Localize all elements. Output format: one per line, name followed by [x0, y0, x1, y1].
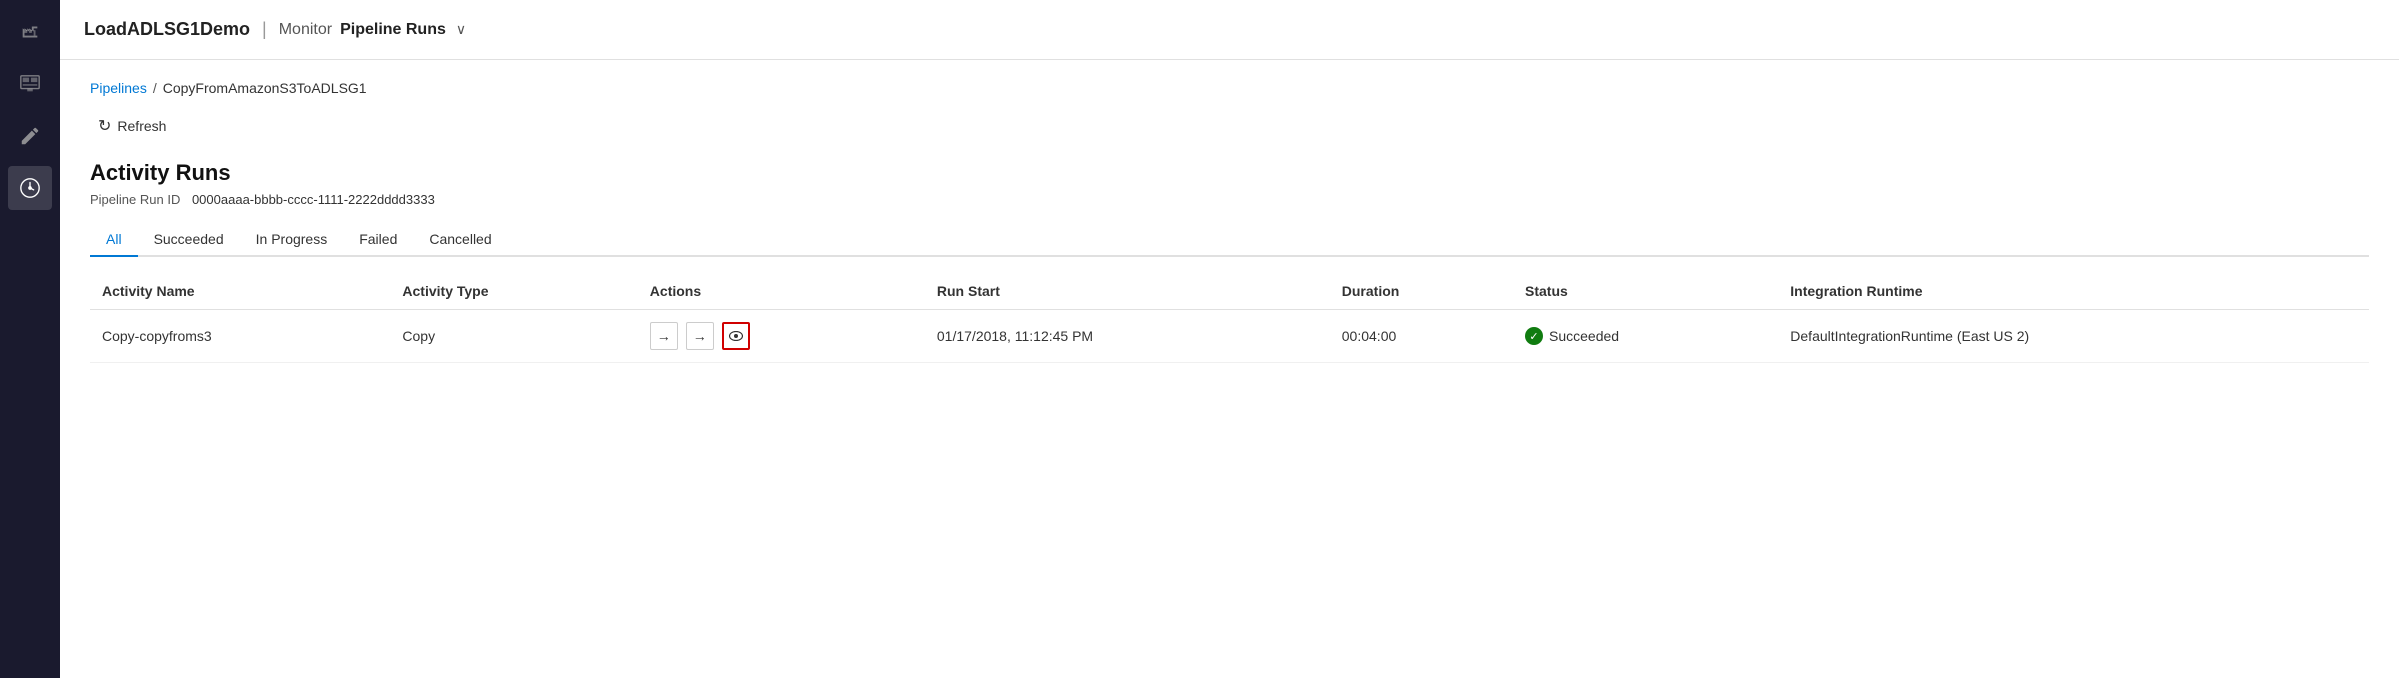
breadcrumb-current-page: CopyFromAmazonS3ToADLSG1	[163, 80, 367, 96]
pipeline-run-id-value: 0000aaaa-bbbb-cccc-1111-2222dddd3333	[192, 192, 435, 207]
col-integration-runtime: Integration Runtime	[1778, 273, 2369, 310]
main-content: LoadADLSG1Demo | Monitor Pipeline Runs ∨…	[60, 0, 2399, 678]
breadcrumb-pipelines-link[interactable]: Pipelines	[90, 80, 147, 96]
sidebar-item-dashboard[interactable]	[8, 166, 52, 210]
section-title: Activity Runs	[90, 160, 2369, 186]
pipeline-run-id-row: Pipeline Run ID 0000aaaa-bbbb-cccc-1111-…	[90, 192, 2369, 207]
col-duration: Duration	[1330, 273, 1513, 310]
cell-status: ✓ Succeeded	[1513, 310, 1778, 363]
activity-runs-table: Activity Name Activity Type Actions Run …	[90, 273, 2369, 363]
cell-activity-name: Copy-copyfroms3	[90, 310, 390, 363]
col-activity-type: Activity Type	[390, 273, 637, 310]
sidebar-item-factory[interactable]	[8, 10, 52, 54]
content-area: Pipelines / CopyFromAmazonS3ToADLSG1 ↻ R…	[60, 60, 2399, 678]
tab-succeeded[interactable]: Succeeded	[138, 223, 240, 257]
status-badge: ✓ Succeeded	[1525, 327, 1766, 345]
cell-activity-type: Copy	[390, 310, 637, 363]
action-view-details[interactable]	[722, 322, 750, 350]
status-check-icon: ✓	[1525, 327, 1543, 345]
chevron-down-icon[interactable]: ∨	[456, 21, 466, 38]
tab-in-progress[interactable]: In Progress	[240, 223, 344, 257]
tab-cancelled[interactable]: Cancelled	[413, 223, 507, 257]
tab-failed[interactable]: Failed	[343, 223, 413, 257]
sidebar	[0, 0, 60, 678]
breadcrumb-separator: /	[153, 80, 157, 96]
app-title: LoadADLSG1Demo	[84, 19, 250, 40]
tab-all[interactable]: All	[90, 223, 138, 257]
monitor-label: Monitor	[279, 21, 332, 39]
sidebar-item-monitor[interactable]	[8, 62, 52, 106]
pipeline-run-id-label: Pipeline Run ID	[90, 192, 180, 207]
breadcrumb: Pipelines / CopyFromAmazonS3ToADLSG1	[90, 80, 2369, 96]
sidebar-item-edit[interactable]	[8, 114, 52, 158]
refresh-button[interactable]: ↻ Refresh	[90, 112, 174, 140]
status-text: Succeeded	[1549, 328, 1619, 344]
action-arrow-2[interactable]: →	[686, 322, 714, 350]
refresh-icon: ↻	[98, 116, 111, 136]
cell-duration: 00:04:00	[1330, 310, 1513, 363]
refresh-label: Refresh	[117, 118, 166, 134]
col-activity-name: Activity Name	[90, 273, 390, 310]
action-arrow-1[interactable]: →	[650, 322, 678, 350]
cell-actions: → →	[638, 310, 925, 363]
top-header: LoadADLSG1Demo | Monitor Pipeline Runs ∨	[60, 0, 2399, 60]
cell-run-start: 01/17/2018, 11:12:45 PM	[925, 310, 1330, 363]
col-run-start: Run Start	[925, 273, 1330, 310]
activity-tabs: All Succeeded In Progress Failed Cancell…	[90, 223, 2369, 257]
table-row: Copy-copyfroms3 Copy → →	[90, 310, 2369, 363]
pipeline-runs-label: Pipeline Runs	[340, 21, 446, 39]
col-status: Status	[1513, 273, 1778, 310]
col-actions: Actions	[638, 273, 925, 310]
cell-integration-runtime: DefaultIntegrationRuntime (East US 2)	[1778, 310, 2369, 363]
header-separator: |	[262, 19, 267, 40]
